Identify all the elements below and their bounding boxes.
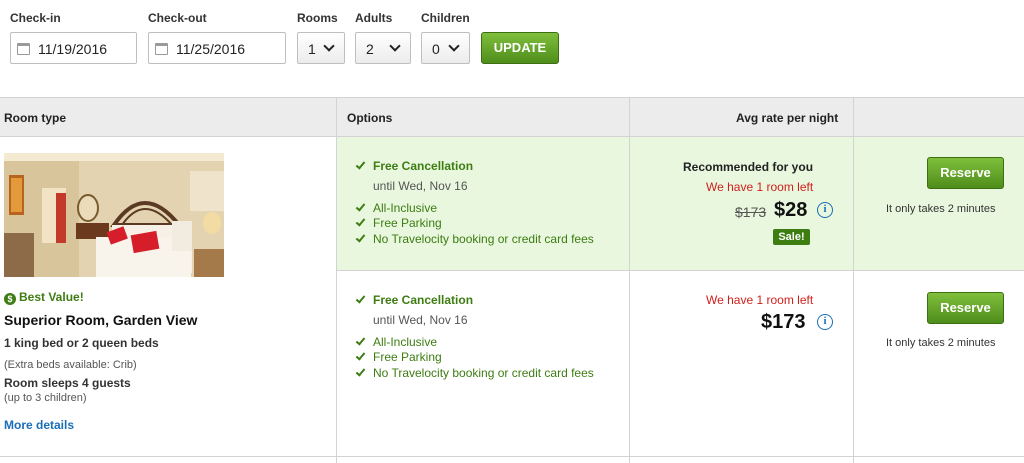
- children-select[interactable]: 0: [421, 32, 470, 64]
- divider: [336, 97, 337, 463]
- room-beds: 1 king bed or 2 queen beds: [4, 336, 159, 350]
- check-icon: [355, 366, 366, 377]
- header-options: Options: [347, 111, 393, 125]
- children-label: Children: [421, 11, 470, 25]
- table-header: Room type Options Avg rate per night: [0, 97, 1024, 137]
- reserve-note: It only takes 2 minutes: [886, 337, 996, 349]
- dollar-icon: $: [4, 293, 16, 305]
- adults-label: Adults: [355, 11, 393, 25]
- search-bar: Check-in 11/19/2016 Check-out 11/25/2016…: [0, 0, 1024, 97]
- rooms-label: Rooms: [297, 11, 338, 25]
- room-photo[interactable]: [4, 153, 224, 277]
- price: $173: [761, 311, 806, 333]
- chevron-down-icon: [323, 40, 335, 52]
- checkout-input[interactable]: 11/25/2016: [148, 32, 286, 64]
- calendar-icon: [17, 43, 30, 55]
- check-icon: [355, 335, 366, 346]
- chevron-down-icon: [448, 40, 460, 52]
- sale-badge: Sale!: [773, 229, 810, 245]
- checkin-input[interactable]: 11/19/2016: [10, 32, 137, 64]
- header-avg-rate: Avg rate per night: [736, 111, 839, 125]
- cancellation-deadline: until Wed, Nov 16: [373, 313, 468, 327]
- check-icon: [355, 293, 366, 304]
- rooms-left-text: We have 1 room left: [706, 293, 814, 307]
- info-icon[interactable]: i: [817, 314, 833, 330]
- reserve-button[interactable]: Reserve: [927, 292, 1004, 324]
- original-price: $173: [735, 204, 767, 220]
- extra-beds-note: (Extra beds available: Crib): [4, 359, 137, 371]
- reserve-note: It only takes 2 minutes: [886, 203, 996, 215]
- rooms-left-text: We have 1 room left: [706, 180, 814, 194]
- divider: [337, 270, 1024, 271]
- info-icon[interactable]: i: [817, 202, 833, 218]
- children-note: (up to 3 children): [4, 392, 87, 404]
- check-icon: [355, 350, 366, 361]
- room-sleeps: Room sleeps 4 guests: [4, 376, 131, 390]
- room-name: Superior Room, Garden View: [4, 312, 198, 328]
- reserve-button[interactable]: Reserve: [927, 157, 1004, 189]
- rooms-select[interactable]: 1: [297, 32, 345, 64]
- chevron-down-icon: [389, 40, 401, 52]
- more-details-link[interactable]: More details: [4, 418, 74, 432]
- divider: [853, 97, 854, 463]
- sale-price: $28: [774, 199, 808, 221]
- checkin-label: Check-in: [10, 11, 61, 25]
- checkout-label: Check-out: [148, 11, 207, 25]
- divider: [0, 456, 1024, 457]
- header-room-type: Room type: [4, 111, 67, 125]
- adults-select[interactable]: 2: [355, 32, 411, 64]
- calendar-icon: [155, 43, 168, 55]
- best-value-badge: $ Best Value!: [4, 290, 84, 305]
- divider: [629, 97, 630, 463]
- update-button[interactable]: UPDATE: [481, 32, 559, 64]
- cancellation-deadline: until Wed, Nov 16: [373, 179, 468, 193]
- recommended-label: Recommended for you: [683, 160, 814, 174]
